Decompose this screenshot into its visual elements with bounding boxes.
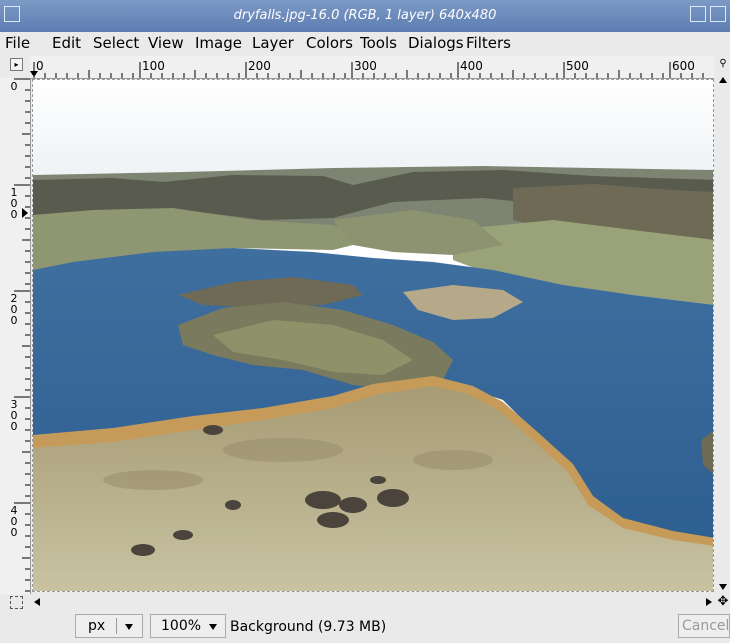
menu-select[interactable]: Select — [93, 34, 139, 52]
scroll-down-icon[interactable] — [719, 584, 727, 590]
menu-colors[interactable]: Colors — [306, 34, 353, 52]
maximize-icon[interactable] — [690, 6, 706, 22]
cancel-button[interactable]: Cancel — [678, 614, 730, 638]
scroll-right-icon[interactable] — [706, 598, 712, 606]
layer-info: Background (9.73 MB) — [230, 619, 387, 635]
title-bar: dryfalls.jpg-16.0 (RGB, 1 layer) 640x480 — [0, 0, 730, 33]
menu-tools[interactable]: Tools — [360, 34, 397, 52]
unit-value: px — [88, 618, 106, 634]
separator — [116, 618, 117, 634]
scroll-left-icon[interactable] — [34, 598, 40, 606]
menu-file[interactable]: File — [5, 34, 30, 52]
zoom-selector[interactable]: 100% — [150, 614, 226, 638]
menu-bar: File Edit Select View Image Layer Colors… — [0, 32, 730, 56]
menu-image[interactable]: Image — [195, 34, 242, 52]
ruler-label: 200 — [248, 59, 271, 73]
ruler-label: 100 — [10, 186, 18, 221]
close-icon[interactable] — [710, 6, 726, 22]
ruler-label: 300 — [354, 59, 377, 73]
ruler-label: 200 — [10, 292, 18, 327]
ruler-label: 300 — [10, 398, 18, 433]
landscape-photo — [33, 80, 713, 591]
vertical-scrollbar[interactable]: ⚲ — [716, 56, 730, 594]
window-title: dryfalls.jpg-16.0 (RGB, 1 layer) 640x480 — [233, 8, 497, 23]
chevron-down-icon — [209, 624, 217, 630]
zoom-value: 100% — [161, 618, 202, 634]
menu-view[interactable]: View — [148, 34, 184, 52]
ruler-label: 600 — [672, 59, 695, 73]
quick-mask-icon[interactable] — [10, 596, 23, 609]
menu-edit[interactable]: Edit — [52, 34, 81, 52]
ruler-label: 0 — [10, 80, 18, 93]
menu-layer[interactable]: Layer — [252, 34, 294, 52]
menu-filters[interactable]: Filters — [466, 34, 511, 52]
horizontal-ruler[interactable]: 0 100 200 300 400 500 600 — [30, 56, 714, 79]
ruler-label: 400 — [10, 504, 18, 539]
horizontal-scrollbar[interactable]: ✥ — [0, 594, 730, 610]
image-canvas[interactable] — [32, 79, 714, 592]
zoom-icon[interactable]: ⚲ — [717, 58, 729, 72]
unit-selector[interactable]: px — [75, 614, 143, 638]
ruler-label: 100 — [142, 59, 165, 73]
ruler-label: 0 — [36, 59, 44, 73]
ruler-label: 400 — [460, 59, 483, 73]
status-bar: px 100% Background (9.73 MB) Cancel — [0, 610, 730, 643]
menu-arrow-icon[interactable]: ▸ — [10, 58, 23, 71]
scroll-up-icon[interactable] — [719, 77, 727, 83]
vertical-ruler[interactable]: 0 100 200 300 400 — [0, 78, 31, 594]
ruler-corner: ▸ — [0, 56, 30, 78]
navigate-icon[interactable]: ✥ — [716, 594, 730, 610]
ruler-label: 500 — [566, 59, 589, 73]
menu-dialogs[interactable]: Dialogs — [408, 34, 464, 52]
chevron-down-icon — [125, 624, 133, 630]
